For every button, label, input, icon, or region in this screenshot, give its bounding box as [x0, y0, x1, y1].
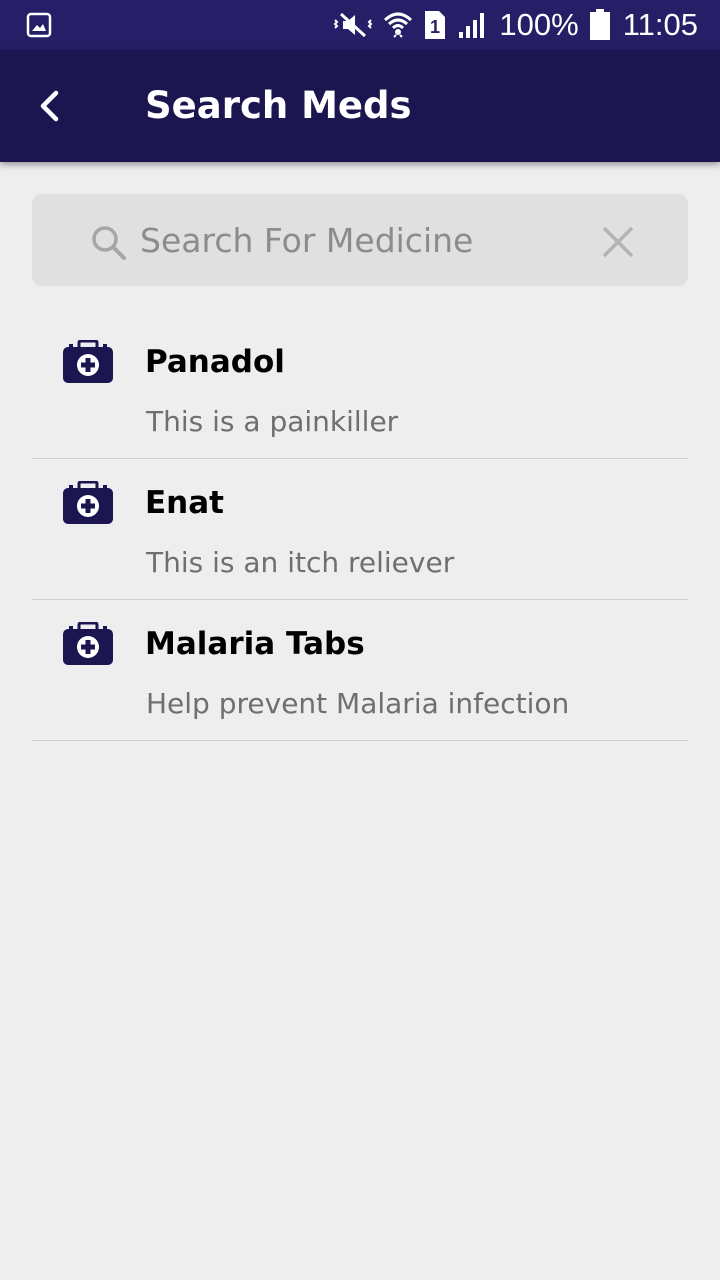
svg-text:1: 1 — [430, 17, 440, 37]
back-button[interactable] — [28, 80, 70, 132]
gallery-icon — [26, 12, 52, 38]
close-icon[interactable] — [598, 222, 638, 262]
medicine-description: This is a painkiller — [146, 405, 399, 438]
list-item[interactable]: Panadol This is a painkiller — [32, 318, 688, 459]
sim-icon: 1 — [423, 9, 447, 41]
status-bar: 1 100% 11:05 — [0, 0, 720, 50]
wifi-icon — [383, 10, 413, 40]
medical-kit-icon — [63, 622, 113, 665]
clock: 11:05 — [622, 7, 698, 42]
search-icon — [92, 226, 126, 260]
medicine-name: Malaria Tabs — [145, 626, 365, 662]
medical-kit-icon — [63, 481, 113, 524]
medicine-name: Panadol — [145, 344, 285, 380]
medical-kit-icon — [63, 340, 113, 383]
medicine-name: Enat — [145, 485, 224, 521]
medicine-description: This is an itch reliever — [146, 546, 455, 579]
app-bar: Search Meds — [0, 50, 720, 162]
list-item[interactable]: Enat This is an itch reliever — [32, 459, 688, 600]
search-input[interactable] — [140, 214, 570, 266]
list-item[interactable]: Malaria Tabs Help prevent Malaria infect… — [32, 600, 688, 741]
search-bar[interactable] — [32, 194, 688, 286]
medicine-description: Help prevent Malaria infection — [146, 687, 570, 720]
medicine-list: Panadol This is a painkiller Enat This i… — [32, 318, 688, 741]
signal-icon — [457, 10, 487, 40]
page-title: Search Meds — [145, 84, 412, 127]
battery-percentage: 100% — [499, 7, 579, 42]
battery-icon — [589, 9, 611, 41]
chevron-left-icon — [40, 90, 59, 122]
mute-vibrate-icon — [333, 10, 373, 40]
